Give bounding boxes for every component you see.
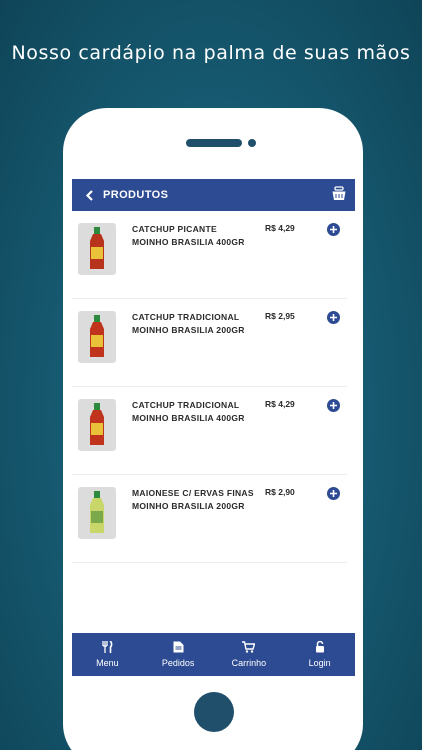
product-image — [78, 399, 116, 451]
product-name: CATCHUP TRADICIONAL MOINHO BRASILIA 200G… — [132, 312, 245, 335]
product-item[interactable]: CATCHUP TRADICIONAL MOINHO BRASILIA 200G… — [72, 299, 347, 387]
product-name: MAIONESE C/ ERVAS FINAS MOINHO BRASILIA … — [132, 488, 254, 511]
product-item[interactable]: CATCHUP TRADICIONAL MOINHO BRASILIA 400G… — [72, 387, 347, 475]
product-price: R$ 4,29 — [265, 399, 295, 409]
nav-tab-login[interactable]: Login — [284, 633, 355, 676]
nav-tab-menu[interactable]: Menu — [72, 633, 143, 676]
nav-label: Login — [308, 658, 331, 668]
nav-tab-pedidos[interactable]: Pedidos — [143, 633, 214, 676]
document-icon — [173, 641, 184, 653]
add-to-cart-button[interactable] — [327, 487, 340, 500]
cart-icon — [242, 641, 256, 653]
product-price: R$ 2,95 — [265, 311, 295, 321]
product-item[interactable]: CATCHUP PICANTE MOINHO BRASILIA 400GR R$… — [72, 211, 347, 299]
product-list: CATCHUP PICANTE MOINHO BRASILIA 400GR R$… — [72, 211, 355, 563]
basket-icon[interactable] — [331, 186, 347, 202]
phone-speaker — [186, 139, 242, 147]
lock-icon — [315, 641, 324, 653]
chevron-left-icon[interactable] — [82, 188, 96, 202]
tagline: Nosso cardápio na palma de suas mãos — [11, 42, 411, 64]
page-title: PRODUTOS — [103, 189, 169, 201]
product-price: R$ 4,29 — [265, 223, 295, 233]
nav-label: Carrinho — [231, 658, 267, 668]
product-name: CATCHUP TRADICIONAL MOINHO BRASILIA 400G… — [132, 400, 245, 423]
nav-label: Menu — [96, 658, 119, 668]
product-image — [78, 223, 116, 275]
add-to-cart-button[interactable] — [327, 311, 340, 324]
phone-home-button — [194, 692, 234, 732]
product-item[interactable]: MAIONESE C/ ERVAS FINAS MOINHO BRASILIA … — [72, 475, 347, 563]
product-image — [78, 487, 116, 539]
phone-camera — [248, 139, 256, 147]
product-price: R$ 2,90 — [265, 487, 295, 497]
add-to-cart-button[interactable] — [327, 223, 340, 236]
nav-tab-carrinho[interactable]: Carrinho — [214, 633, 285, 676]
app-header: PRODUTOS — [72, 179, 355, 211]
phone-mockup: PRODUTOS CATCHUP PICANTE MOINHO BRASILIA… — [63, 108, 363, 750]
nav-label: Pedidos — [161, 658, 195, 668]
product-name: CATCHUP PICANTE MOINHO BRASILIA 400GR — [132, 224, 245, 247]
app-screen: PRODUTOS CATCHUP PICANTE MOINHO BRASILIA… — [72, 179, 355, 676]
product-image — [78, 311, 116, 363]
fork-knife-icon — [102, 641, 113, 653]
add-to-cart-button[interactable] — [327, 399, 340, 412]
bottom-nav: Menu Pedidos Carrinho Login — [72, 633, 355, 676]
